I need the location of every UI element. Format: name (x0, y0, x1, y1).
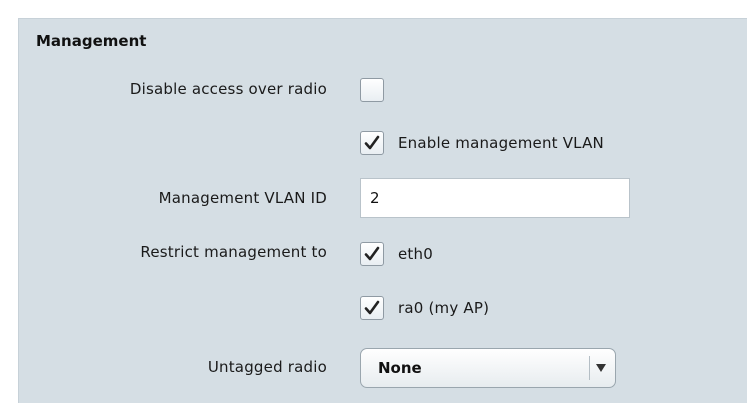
disable-radio-label: Disable access over radio (129, 80, 327, 98)
untagged-radio-select[interactable]: None (360, 348, 616, 388)
enable-vlan-label: Enable management VLAN (398, 134, 604, 152)
restrict-ra0-checkbox[interactable] (360, 296, 384, 320)
vlan-id-input[interactable] (360, 178, 630, 218)
restrict-ra0-label: ra0 (my AP) (398, 299, 490, 317)
untagged-radio-value: None (378, 359, 422, 377)
untagged-radio-label: Untagged radio (207, 358, 327, 376)
section-title: Management (36, 32, 147, 50)
select-divider (589, 356, 590, 380)
enable-vlan-checkbox[interactable] (360, 131, 384, 155)
vlan-id-label: Management VLAN ID (158, 189, 327, 207)
checkmark-icon (364, 135, 380, 150)
restrict-eth0-label: eth0 (398, 245, 433, 263)
disable-radio-checkbox[interactable] (360, 78, 384, 102)
restrict-eth0-checkbox[interactable] (360, 242, 384, 266)
chevron-down-icon (596, 364, 606, 372)
checkmark-icon (364, 300, 380, 315)
restrict-label: Restrict management to (140, 243, 327, 261)
checkmark-icon (364, 246, 380, 261)
